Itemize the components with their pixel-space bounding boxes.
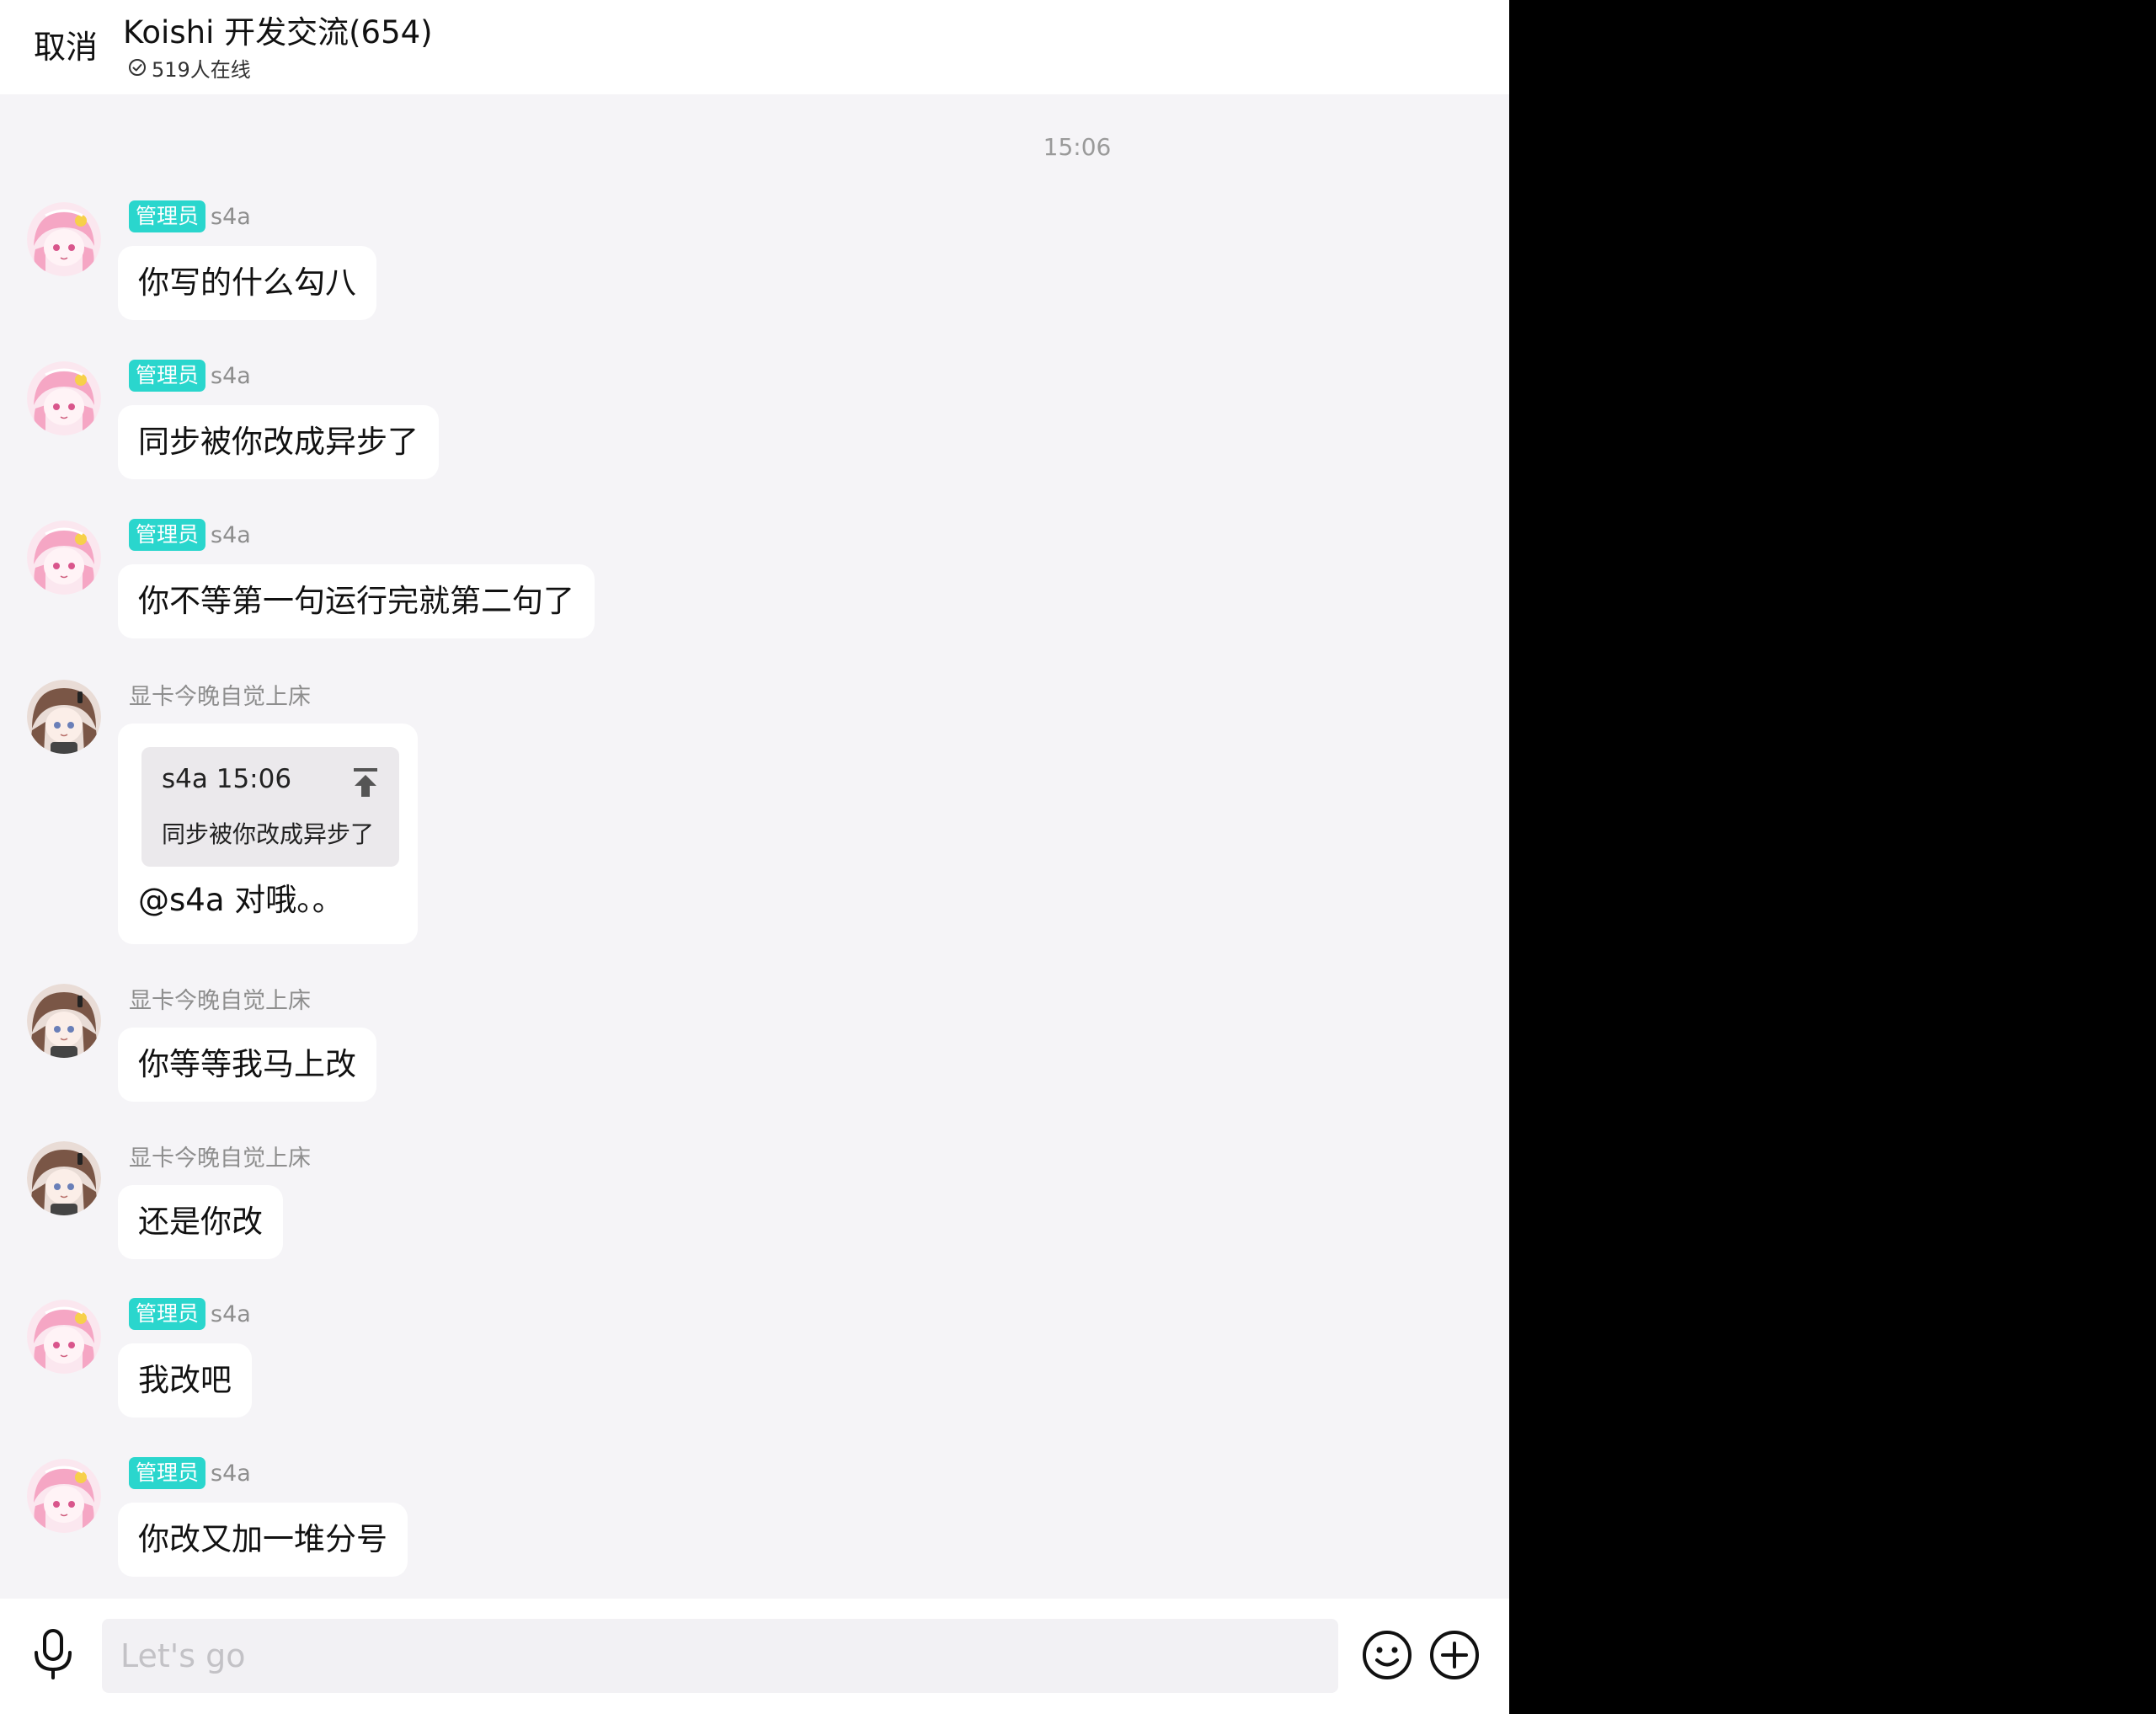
chat-window: 取消 Koishi 开发交流(654) 519人在线 15:06 管理员 s4a… — [0, 0, 1509, 1714]
sender-name[interactable]: s4a — [211, 363, 251, 389]
admin-badge: 管理员 — [129, 1457, 206, 1489]
microphone-icon[interactable] — [30, 1627, 76, 1681]
quote-meta: s4a 15:06 — [162, 764, 292, 794]
pink-hair-avatar[interactable] — [27, 1459, 101, 1533]
smiley-icon[interactable] — [1361, 1629, 1413, 1681]
empty-screen-area — [1509, 0, 2156, 1714]
online-status: 519人在线 — [128, 54, 251, 82]
sender-row: 显卡今晚自觉上床 — [129, 982, 311, 1014]
sender-row: 管理员 s4a — [129, 200, 251, 232]
message-bubble[interactable]: 同步被你改成异步了 — [118, 405, 439, 479]
admin-badge: 管理员 — [129, 519, 206, 551]
check-circle-icon — [128, 58, 147, 77]
message-bubble[interactable]: 我改吧 — [118, 1343, 252, 1418]
admin-badge: 管理员 — [129, 200, 206, 232]
sender-row: 管理员 s4a — [129, 360, 251, 392]
brown-hair-avatar[interactable] — [27, 1141, 101, 1215]
input-bar — [0, 1599, 1509, 1714]
jump-to-top-icon[interactable] — [350, 766, 381, 799]
message-input[interactable] — [102, 1619, 1338, 1693]
message-bubble[interactable]: 你等等我马上改 — [118, 1028, 376, 1102]
quote-text: 同步被你改成异步了 — [162, 820, 375, 848]
chat-header: 取消 Koishi 开发交流(654) 519人在线 — [0, 0, 1509, 94]
pink-hair-avatar[interactable] — [27, 1300, 101, 1374]
plus-circle-icon[interactable] — [1428, 1629, 1481, 1681]
sender-name[interactable]: s4a — [211, 1460, 251, 1487]
sender-row: 管理员 s4a — [129, 1457, 251, 1489]
message-bubble[interactable]: 你不等第一句运行完就第二句了 — [118, 564, 595, 638]
chat-title[interactable]: Koishi 开发交流(654) — [123, 12, 433, 54]
message-timestamp: 15:06 — [1043, 133, 1112, 161]
sender-row: 管理员 s4a — [129, 1298, 251, 1330]
pink-hair-avatar[interactable] — [27, 202, 101, 276]
message-bubble[interactable]: 还是你改 — [118, 1185, 283, 1259]
sender-name[interactable]: s4a — [211, 522, 251, 548]
pink-hair-avatar[interactable] — [27, 521, 101, 595]
pink-hair-avatar[interactable] — [27, 361, 101, 435]
sender-name[interactable]: 显卡今晚自觉上床 — [129, 982, 311, 1015]
quoted-message[interactable]: s4a 15:06 同步被你改成异步了 — [141, 747, 399, 867]
message-bubble[interactable]: 你改又加一堆分号 — [118, 1503, 408, 1577]
sender-row: 显卡今晚自觉上床 — [129, 1140, 311, 1172]
admin-badge: 管理员 — [129, 1298, 206, 1330]
admin-badge: 管理员 — [129, 360, 206, 392]
sender-name[interactable]: 显卡今晚自觉上床 — [129, 678, 311, 711]
sender-name[interactable]: 显卡今晚自觉上床 — [129, 1140, 311, 1172]
cancel-button[interactable]: 取消 — [34, 24, 98, 71]
brown-hair-avatar[interactable] — [27, 680, 101, 754]
sender-row: 管理员 s4a — [129, 519, 251, 551]
reply-text: @s4a 对哦。。 — [138, 882, 344, 918]
message-bubble[interactable]: 你写的什么勾八 — [118, 246, 376, 320]
brown-hair-avatar[interactable] — [27, 984, 101, 1058]
sender-name[interactable]: s4a — [211, 1301, 251, 1327]
sender-row: 显卡今晚自觉上床 — [129, 678, 311, 710]
sender-name[interactable]: s4a — [211, 204, 251, 230]
online-count: 519人在线 — [152, 57, 251, 82]
message-bubble[interactable]: s4a 15:06 同步被你改成异步了 @s4a 对哦。。 — [118, 724, 418, 944]
